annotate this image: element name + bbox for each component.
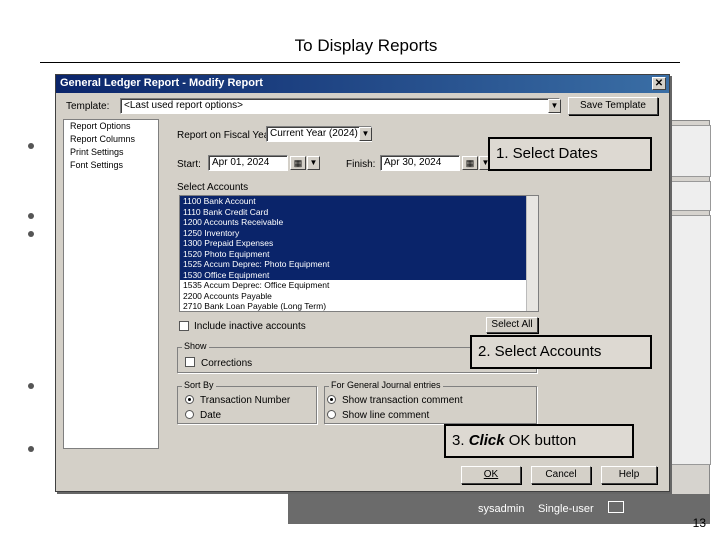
finish-date-input[interactable]: Apr 30, 2024 bbox=[380, 155, 460, 171]
mode-label: Single-user bbox=[538, 503, 594, 515]
accounts-listbox[interactable]: 1100 Bank Account 1110 Bank Credit Card 12… bbox=[179, 195, 539, 312]
slide-bullet bbox=[28, 143, 34, 149]
user-name: sysadmin bbox=[478, 503, 525, 515]
slide-bullet bbox=[28, 231, 34, 237]
start-date-input[interactable]: Apr 01, 2024 bbox=[208, 155, 288, 171]
sort-date-radio[interactable] bbox=[185, 410, 194, 419]
status-bar: sysadmin Single-user bbox=[288, 494, 710, 524]
account-list-item[interactable]: 1535 Accum Deprec: Office Equipment bbox=[180, 280, 538, 291]
account-list-item[interactable]: 2710 Bank Loan Payable (Long Term) bbox=[180, 301, 538, 311]
template-select[interactable]: <Last used report options> bbox=[120, 98, 560, 114]
account-list-item[interactable]: 1300 Prepaid Expenses bbox=[180, 238, 538, 249]
tree-item-font-settings[interactable]: Font Settings bbox=[64, 159, 158, 172]
show-transaction-comment-label: Show transaction comment bbox=[342, 395, 463, 406]
sort-transaction-number-label: Transaction Number bbox=[200, 395, 291, 406]
callout-step3-emph: Click bbox=[468, 432, 505, 449]
tree-item-report-columns[interactable]: Report Columns bbox=[64, 133, 158, 146]
account-list-item[interactable]: 1530 Office Equipment bbox=[180, 269, 538, 280]
calendar-icon[interactable]: ▦ bbox=[290, 156, 306, 170]
gj-entries-title: For General Journal entries bbox=[329, 380, 443, 390]
chevron-down-icon[interactable]: ▼ bbox=[307, 156, 320, 170]
include-inactive-checkbox[interactable] bbox=[179, 321, 189, 331]
page-number: 13 bbox=[692, 516, 706, 530]
calendar-icon[interactable]: ▦ bbox=[462, 156, 478, 170]
fiscal-year-label: Report on Fiscal Year: bbox=[177, 130, 276, 141]
help-button[interactable]: Help bbox=[601, 466, 657, 484]
show-line-comment-radio[interactable] bbox=[327, 410, 336, 419]
corrections-checkbox[interactable] bbox=[185, 357, 195, 367]
title-rule bbox=[40, 62, 680, 63]
show-group-title: Show bbox=[182, 341, 209, 351]
show-line-comment-label: Show line comment bbox=[342, 410, 430, 421]
chevron-down-icon[interactable]: ▼ bbox=[548, 99, 561, 113]
dialog-titlebar[interactable]: General Ledger Report - Modify Report ✕ bbox=[56, 75, 669, 93]
start-label: Start: bbox=[177, 159, 201, 170]
close-icon[interactable]: ✕ bbox=[652, 77, 666, 90]
account-list-item[interactable]: 1250 Inventory bbox=[180, 227, 538, 238]
save-template-button[interactable]: Save Template bbox=[568, 97, 658, 115]
account-list-item[interactable]: 1200 Accounts Receivable bbox=[180, 217, 538, 228]
sort-by-title: Sort By bbox=[182, 380, 216, 390]
mail-icon[interactable] bbox=[608, 501, 624, 513]
scrollbar[interactable] bbox=[526, 196, 538, 311]
chevron-down-icon[interactable]: ▼ bbox=[359, 127, 372, 141]
dialog-title: General Ledger Report - Modify Report bbox=[60, 77, 263, 89]
tree-item-report-options[interactable]: Report Options bbox=[64, 120, 158, 133]
select-all-button[interactable]: Select All bbox=[486, 317, 538, 333]
sort-transaction-number-radio[interactable] bbox=[185, 395, 194, 404]
finish-label: Finish: bbox=[346, 159, 376, 170]
sort-date-label: Date bbox=[200, 410, 222, 421]
callout-step3-suffix: OK button bbox=[504, 432, 577, 449]
callout-select-accounts: 2. Select Accounts bbox=[470, 335, 652, 369]
account-list-item[interactable]: 2200 Accounts Payable bbox=[180, 291, 538, 302]
template-label: Template: bbox=[66, 101, 110, 112]
callout-select-dates: 1. Select Dates bbox=[488, 137, 652, 171]
include-inactive-label: Include inactive accounts bbox=[194, 321, 306, 332]
account-list-item[interactable]: 1525 Accum Deprec: Photo Equipment bbox=[180, 259, 538, 270]
options-tree: Report Options Report Columns Print Sett… bbox=[63, 119, 159, 449]
tree-item-print-settings[interactable]: Print Settings bbox=[64, 146, 158, 159]
account-list-item[interactable]: 1110 Bank Credit Card bbox=[180, 206, 538, 217]
select-accounts-label: Select Accounts bbox=[177, 182, 249, 193]
callout-click-ok: 3. Click OK button bbox=[444, 424, 634, 458]
account-list-item[interactable]: 1520 Photo Equipment bbox=[180, 248, 538, 259]
callout-step3-prefix: 3. bbox=[452, 432, 469, 449]
show-transaction-comment-radio[interactable] bbox=[327, 395, 336, 404]
cancel-button[interactable]: Cancel bbox=[531, 466, 591, 484]
slide-bullet bbox=[28, 383, 34, 389]
slide-bullet bbox=[28, 446, 34, 452]
slide-title: To Display Reports bbox=[294, 36, 438, 55]
corrections-label: Corrections bbox=[201, 358, 253, 369]
slide-bullet bbox=[28, 213, 34, 219]
ok-button[interactable]: OK bbox=[461, 466, 521, 484]
fiscal-year-select[interactable]: Current Year (2024) bbox=[266, 126, 372, 142]
account-list-item[interactable]: 1100 Bank Account bbox=[180, 196, 538, 207]
